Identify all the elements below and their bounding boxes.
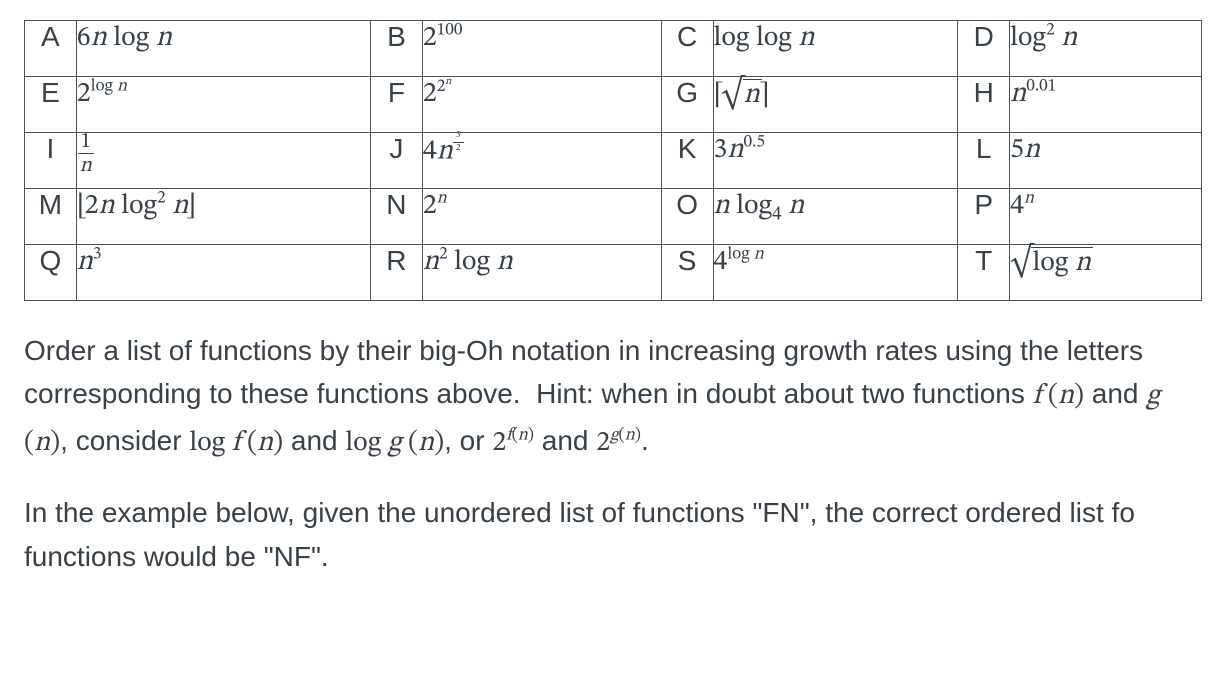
cell-label-S: S xyxy=(661,245,713,301)
cell-label-D: D xyxy=(958,21,1010,77)
cell-expr-J: 4n32 xyxy=(422,133,661,189)
example-paragraph: In the example below, given the unordere… xyxy=(24,491,1202,578)
cell-expr-T: log n xyxy=(1010,245,1202,301)
cell-expr-S: 4log n xyxy=(713,245,958,301)
cell-label-M: M xyxy=(25,189,77,245)
cell-expr-O: n log4 n xyxy=(713,189,958,245)
cell-expr-H: n0.01 xyxy=(1010,77,1202,133)
cell-label-F: F xyxy=(371,77,423,133)
cell-expr-L: 5n xyxy=(1010,133,1202,189)
cell-expr-P: 4n xyxy=(1010,189,1202,245)
cell-label-L: L xyxy=(958,133,1010,189)
cell-label-Q: Q xyxy=(25,245,77,301)
cell-label-A: A xyxy=(25,21,77,77)
cell-label-B: B xyxy=(371,21,423,77)
cell-label-J: J xyxy=(371,133,423,189)
table-row: Qn3Rn2 log nS4log nTlog n xyxy=(25,245,1202,301)
table-body: A6n log nB2100Clog log nDlog2 nE2log nF2… xyxy=(25,21,1202,301)
cell-expr-E: 2log n xyxy=(76,77,370,133)
functions-table: A6n log nB2100Clog log nDlog2 nE2log nF2… xyxy=(24,20,1202,301)
cell-label-P: P xyxy=(958,189,1010,245)
cell-label-H: H xyxy=(958,77,1010,133)
cell-expr-F: 22n xyxy=(422,77,661,133)
cell-label-I: I xyxy=(25,133,77,189)
cell-label-N: N xyxy=(371,189,423,245)
table-row: I1nJ4n32K3n0.5L5n xyxy=(25,133,1202,189)
cell-expr-Q: n3 xyxy=(76,245,370,301)
cell-label-E: E xyxy=(25,77,77,133)
cell-label-T: T xyxy=(958,245,1010,301)
cell-expr-D: log2 n xyxy=(1010,21,1202,77)
instruction-paragraph: Order a list of functions by their big-O… xyxy=(24,329,1202,465)
cell-expr-K: 3n0.5 xyxy=(713,133,958,189)
cell-expr-R: n2 log n xyxy=(422,245,661,301)
cell-label-C: C xyxy=(661,21,713,77)
cell-expr-B: 2100 xyxy=(422,21,661,77)
table-row: M⌊2n log2 n⌋N2nOn log4 nP4n xyxy=(25,189,1202,245)
table-row: E2log nF22nG⌈n⌉Hn0.01 xyxy=(25,77,1202,133)
table-row: A6n log nB2100Clog log nDlog2 n xyxy=(25,21,1202,77)
cell-label-R: R xyxy=(371,245,423,301)
cell-expr-M: ⌊2n log2 n⌋ xyxy=(76,189,370,245)
cell-expr-G: ⌈n⌉ xyxy=(713,77,958,133)
cell-label-K: K xyxy=(661,133,713,189)
cell-label-G: G xyxy=(661,77,713,133)
cell-expr-A: 6n log n xyxy=(76,21,370,77)
cell-expr-N: 2n xyxy=(422,189,661,245)
cell-expr-C: log log n xyxy=(713,21,958,77)
cell-label-O: O xyxy=(661,189,713,245)
cell-expr-I: 1n xyxy=(76,133,370,189)
